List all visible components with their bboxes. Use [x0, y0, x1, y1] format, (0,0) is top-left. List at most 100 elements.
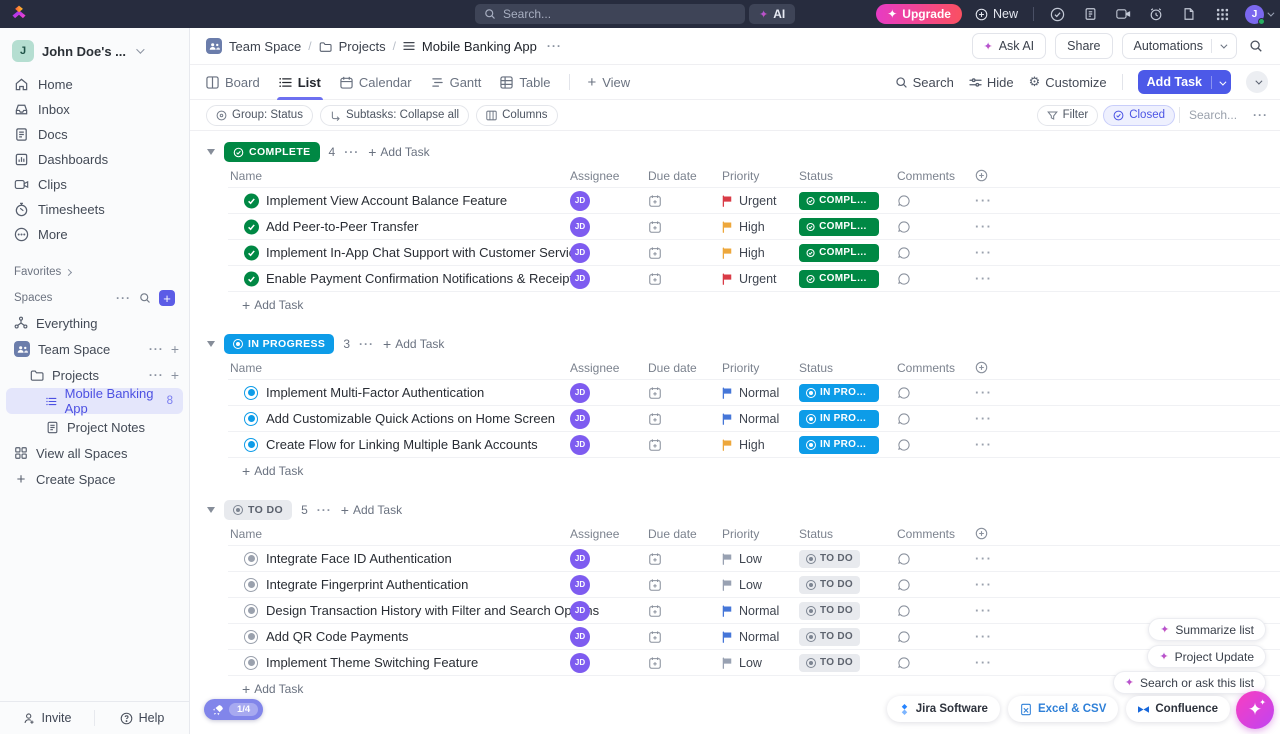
- filter-chip[interactable]: Filter: [1037, 105, 1099, 126]
- priority-cell[interactable]: High: [722, 240, 765, 265]
- task-row[interactable]: Implement View Account Balance Feature J…: [228, 188, 1280, 214]
- col-comments[interactable]: Comments: [897, 164, 955, 187]
- clickup-logo-icon[interactable]: [11, 5, 27, 27]
- ask-ai-button[interactable]: ✦ Ask AI: [972, 33, 1047, 59]
- status-pill[interactable]: TO DO: [799, 654, 860, 672]
- task-row[interactable]: Implement Multi-Factor Authentication JD…: [228, 380, 1280, 406]
- col-due-date[interactable]: Due date: [648, 164, 697, 187]
- add-view-button[interactable]: + View: [587, 65, 630, 100]
- row-more-button[interactable]: ···: [975, 188, 993, 213]
- sidebar-item-dashboards[interactable]: Dashboards: [0, 147, 189, 172]
- task-name[interactable]: Add Peer-to-Peer Transfer: [266, 214, 418, 239]
- task-name[interactable]: Integrate Fingerprint Authentication: [266, 572, 468, 597]
- group-by-chip[interactable]: Group: Status: [206, 105, 313, 126]
- priority-cell[interactable]: Urgent: [722, 188, 777, 213]
- add-column-button[interactable]: [975, 356, 988, 379]
- row-more-button[interactable]: ···: [975, 432, 993, 457]
- share-button[interactable]: Share: [1055, 33, 1112, 59]
- new-button[interactable]: New: [971, 7, 1022, 21]
- task-row[interactable]: Integrate Face ID Authentication JD Low …: [228, 546, 1280, 572]
- breadcrumb-team-space[interactable]: Team Space: [206, 38, 301, 54]
- col-assignee[interactable]: Assignee: [570, 164, 619, 187]
- ai-assistant-fab[interactable]: ✦ ✦: [1236, 691, 1274, 729]
- priority-cell[interactable]: Normal: [722, 598, 779, 623]
- task-row[interactable]: Add QR Code Payments JD Normal TO DO ···: [228, 624, 1280, 650]
- group-status-pill[interactable]: COMPLETE: [224, 142, 320, 162]
- header-search-icon[interactable]: [1246, 39, 1266, 53]
- status-pill[interactable]: COMPLETE: [799, 218, 879, 236]
- closed-toggle-chip[interactable]: Closed: [1103, 105, 1175, 126]
- assignee-avatar[interactable]: JD: [570, 383, 590, 403]
- todo-check-icon[interactable]: [1045, 3, 1069, 25]
- due-date-button[interactable]: [648, 572, 662, 597]
- due-date-button[interactable]: [648, 266, 662, 291]
- tab-table[interactable]: Table: [500, 65, 550, 100]
- col-name[interactable]: Name: [230, 164, 262, 187]
- team-space-add-button[interactable]: +: [171, 341, 179, 357]
- priority-cell[interactable]: Normal: [722, 380, 779, 405]
- task-todo-icon[interactable]: [244, 604, 258, 618]
- status-pill[interactable]: COMPLETE: [799, 244, 879, 262]
- row-more-button[interactable]: ···: [975, 650, 993, 675]
- topbar-ai-button[interactable]: ✦ AI: [749, 4, 795, 24]
- task-todo-icon[interactable]: [244, 578, 258, 592]
- comments-button[interactable]: [897, 572, 911, 597]
- add-task-inline-button[interactable]: +Add Task: [242, 463, 303, 479]
- col-assignee[interactable]: Assignee: [570, 356, 619, 379]
- col-name[interactable]: Name: [230, 356, 262, 379]
- assignee-avatar[interactable]: JD: [570, 217, 590, 237]
- comments-button[interactable]: [897, 406, 911, 431]
- row-more-button[interactable]: ···: [975, 214, 993, 239]
- filter-more-button[interactable]: ···: [1253, 108, 1268, 122]
- task-name[interactable]: Add QR Code Payments: [266, 624, 408, 649]
- sidebar-item-timesheets[interactable]: Timesheets: [0, 197, 189, 222]
- task-name[interactable]: Design Transaction History with Filter a…: [266, 598, 599, 623]
- task-complete-icon[interactable]: [244, 219, 259, 234]
- task-complete-icon[interactable]: [244, 271, 259, 286]
- col-name[interactable]: Name: [230, 522, 262, 545]
- trial-progress-pill[interactable]: 1/4: [204, 699, 263, 720]
- subtasks-chip[interactable]: Subtasks: Collapse all: [320, 105, 469, 126]
- status-pill[interactable]: TO DO: [799, 576, 860, 594]
- group-more-button[interactable]: ···: [359, 337, 374, 351]
- assignee-avatar[interactable]: JD: [570, 243, 590, 263]
- add-task-inline-button[interactable]: +Add Task: [242, 297, 303, 313]
- task-complete-icon[interactable]: [244, 245, 259, 260]
- spaces-more-button[interactable]: ···: [116, 291, 131, 305]
- sidebar-item-clips[interactable]: Clips: [0, 172, 189, 197]
- row-more-button[interactable]: ···: [975, 380, 993, 405]
- priority-cell[interactable]: Low: [722, 650, 762, 675]
- sidebar-item-home[interactable]: Home: [0, 72, 189, 97]
- comments-button[interactable]: [897, 546, 911, 571]
- add-space-button[interactable]: +: [159, 290, 175, 306]
- priority-cell[interactable]: High: [722, 432, 765, 457]
- projects-add-button[interactable]: +: [171, 367, 179, 383]
- col-assignee[interactable]: Assignee: [570, 522, 619, 545]
- task-complete-icon[interactable]: [244, 193, 259, 208]
- status-pill[interactable]: IN PROGRESS: [799, 410, 879, 428]
- breadcrumb-projects[interactable]: Projects: [319, 39, 386, 54]
- status-pill[interactable]: TO DO: [799, 550, 860, 568]
- sidebar-item-everything[interactable]: Everything: [0, 310, 189, 336]
- columns-chip[interactable]: Columns: [476, 105, 557, 126]
- col-priority[interactable]: Priority: [722, 164, 759, 187]
- help-button[interactable]: Help: [95, 702, 189, 734]
- task-name[interactable]: Implement Theme Switching Feature: [266, 650, 478, 675]
- priority-cell[interactable]: Low: [722, 546, 762, 571]
- priority-cell[interactable]: Normal: [722, 406, 779, 431]
- task-row[interactable]: Implement In-App Chat Support with Custo…: [228, 240, 1280, 266]
- sidebar-item-team-space[interactable]: Team Space ···+: [0, 336, 189, 362]
- task-row[interactable]: Create Flow for Linking Multiple Bank Ac…: [228, 432, 1280, 458]
- assignee-avatar[interactable]: JD: [570, 575, 590, 595]
- summarize-list-button[interactable]: ✦ Summarize list: [1148, 618, 1266, 641]
- doc-icon[interactable]: [1177, 3, 1201, 25]
- excel-csv-import-button[interactable]: Excel & CSV: [1008, 696, 1118, 722]
- due-date-button[interactable]: [648, 650, 662, 675]
- assignee-avatar[interactable]: JD: [570, 269, 590, 289]
- list-search-button[interactable]: Search: [895, 75, 954, 90]
- sidebar-item-project-notes[interactable]: Project Notes: [0, 414, 189, 440]
- row-more-button[interactable]: ···: [975, 546, 993, 571]
- priority-cell[interactable]: Normal: [722, 624, 779, 649]
- task-name[interactable]: Create Flow for Linking Multiple Bank Ac…: [266, 432, 538, 457]
- assignee-avatar[interactable]: JD: [570, 549, 590, 569]
